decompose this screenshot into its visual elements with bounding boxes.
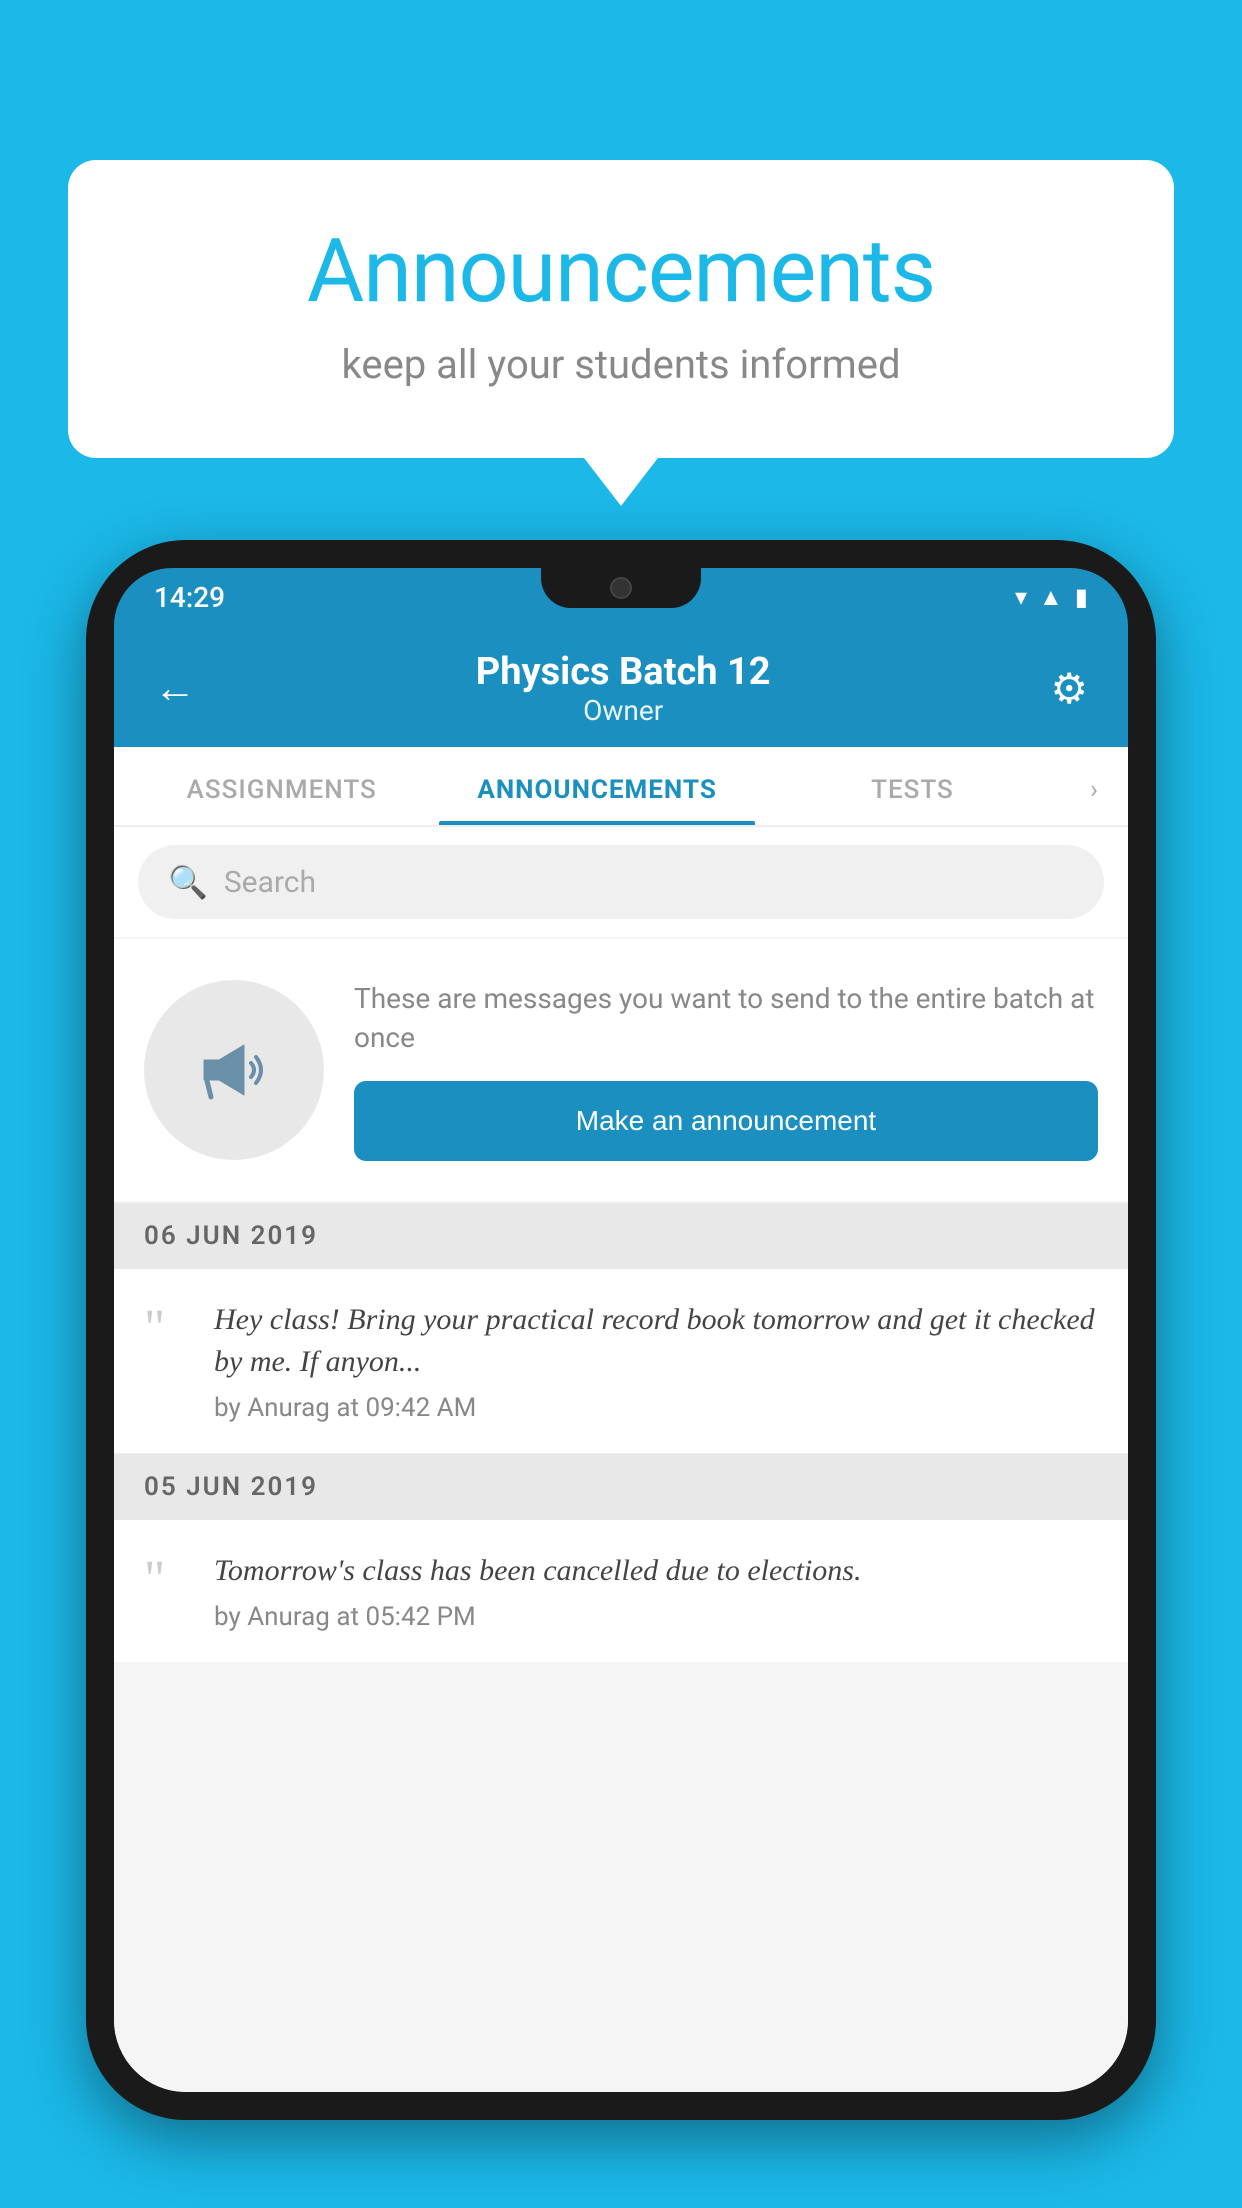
make-announcement-button[interactable]: Make an announcement: [354, 1081, 1098, 1161]
date-section-2: 05 JUN 2019: [114, 1454, 1128, 1520]
status-icons: ▾ ▲ ▮: [1015, 583, 1088, 612]
date-section-1: 06 JUN 2019: [114, 1203, 1128, 1269]
phone-notch: [541, 568, 701, 608]
date-label-1: 06 JUN 2019: [144, 1221, 318, 1251]
content-area: 🔍 Search: [114, 827, 1128, 2092]
promo-block: These are messages you want to send to t…: [114, 939, 1128, 1201]
speech-bubble-section: Announcements keep all your students inf…: [68, 160, 1174, 458]
promo-icon-circle: [144, 980, 324, 1160]
promo-right: These are messages you want to send to t…: [354, 979, 1098, 1161]
phone-outer-frame: 14:29 ▾ ▲ ▮ ← Physics Batch 12 Owner ⚙: [86, 540, 1156, 2120]
announcement-meta-1: by Anurag at 09:42 AM: [214, 1393, 1098, 1423]
date-label-2: 05 JUN 2019: [144, 1472, 318, 1502]
megaphone-icon: [189, 1025, 279, 1115]
tab-tests[interactable]: TESTS: [755, 747, 1070, 825]
front-camera: [610, 577, 632, 599]
tabs-bar: ASSIGNMENTS ANNOUNCEMENTS TESTS ›: [114, 747, 1128, 827]
announcement-text-2: Tomorrow's class has been cancelled due …: [214, 1550, 1098, 1592]
settings-button[interactable]: ⚙: [1050, 664, 1088, 714]
search-placeholder-text: Search: [224, 865, 316, 900]
header-subtitle: Owner: [196, 694, 1050, 727]
tabs-more[interactable]: ›: [1070, 747, 1118, 825]
search-bar[interactable]: 🔍 Search: [138, 845, 1104, 919]
status-time: 14:29: [154, 581, 225, 614]
quote-icon-2: ": [144, 1554, 194, 1606]
speech-bubble-title: Announcements: [148, 220, 1094, 323]
app-header: ← Physics Batch 12 Owner ⚙: [114, 626, 1128, 747]
announcement-item-1[interactable]: " Hey class! Bring your practical record…: [114, 1269, 1128, 1454]
app-screen: ← Physics Batch 12 Owner ⚙ ASSIGNMENTS A…: [114, 626, 1128, 2092]
tab-announcements[interactable]: ANNOUNCEMENTS: [439, 747, 754, 825]
announcement-meta-2: by Anurag at 05:42 PM: [214, 1602, 1098, 1632]
announcement-text-1: Hey class! Bring your practical record b…: [214, 1299, 1098, 1383]
speech-bubble-subtitle: keep all your students informed: [148, 341, 1094, 388]
quote-icon-1: ": [144, 1303, 194, 1355]
battery-icon: ▮: [1075, 583, 1088, 611]
tab-assignments[interactable]: ASSIGNMENTS: [124, 747, 439, 825]
announcement-item-2[interactable]: " Tomorrow's class has been cancelled du…: [114, 1520, 1128, 1662]
announcement-content-1: Hey class! Bring your practical record b…: [214, 1299, 1098, 1423]
header-title: Physics Batch 12: [196, 650, 1050, 694]
back-button[interactable]: ←: [154, 664, 196, 713]
phone-device: 14:29 ▾ ▲ ▮ ← Physics Batch 12 Owner ⚙: [86, 540, 1156, 2208]
speech-bubble-card: Announcements keep all your students inf…: [68, 160, 1174, 458]
search-bar-container: 🔍 Search: [114, 827, 1128, 937]
wifi-icon: ▾: [1015, 583, 1027, 611]
header-title-block: Physics Batch 12 Owner: [196, 650, 1050, 727]
signal-icon: ▲: [1039, 583, 1063, 612]
promo-description: These are messages you want to send to t…: [354, 979, 1098, 1057]
search-icon: 🔍: [168, 863, 208, 901]
announcement-content-2: Tomorrow's class has been cancelled due …: [214, 1550, 1098, 1632]
